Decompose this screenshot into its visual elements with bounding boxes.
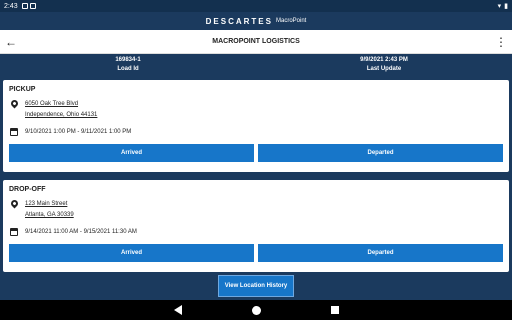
dropoff-address-line1: 123 Main Street: [25, 201, 68, 207]
pickup-address-row: 6050 Oak Tree Blvd Independence, Ohio 44…: [9, 98, 503, 121]
more-vert-icon[interactable]: ⋮: [490, 35, 512, 49]
location-pin-icon: [9, 198, 19, 209]
nav-home-icon[interactable]: [251, 305, 261, 315]
app-notification-icon: [29, 3, 36, 9]
nav-back-icon[interactable]: [173, 305, 182, 315]
app-bar: ← MACROPOINT LOGISTICS ⋮: [0, 30, 512, 54]
arrow-left-icon[interactable]: ←: [0, 35, 22, 49]
system-nav-bar: [0, 300, 512, 320]
dropoff-departed-button[interactable]: Departed: [258, 244, 503, 262]
brand-bar: DESCARTES MacroPoint: [0, 12, 512, 30]
dropoff-address-row: 123 Main Street Atlanta, GA 30339: [9, 198, 503, 221]
brand-product: MacroPoint: [275, 18, 307, 24]
pickup-arrived-button[interactable]: Arrived: [9, 144, 254, 162]
page-title: MACROPOINT LOGISTICS: [212, 38, 300, 45]
load-info-bar: 169834-1 Load Id 9/9/2021 2:43 PM Last U…: [0, 54, 512, 76]
pickup-window: 9/10/2021 1:00 PM - 9/11/2021 1:00 PM: [25, 129, 132, 135]
calendar-icon: [9, 127, 19, 136]
pickup-heading: PICKUP: [9, 86, 36, 93]
pickup-departed-button[interactable]: Departed: [258, 144, 503, 162]
pickup-address-line1: 6050 Oak Tree Blvd: [25, 101, 79, 107]
pickup-address[interactable]: 6050 Oak Tree Blvd Independence, Ohio 44…: [25, 99, 97, 121]
brand-name: DESCARTES: [205, 16, 273, 26]
status-icons: [21, 3, 36, 9]
last-update-value: 9/9/2021 2:43 PM: [360, 57, 408, 63]
pickup-window-row: 9/10/2021 1:00 PM - 9/11/2021 1:00 PM: [9, 127, 503, 138]
location-pin-icon: [9, 98, 19, 109]
stops-list: PICKUP 6050 Oak Tree Blvd Independence, …: [0, 76, 512, 272]
wifi-icon: ▾: [497, 3, 502, 10]
view-location-history-button[interactable]: View Location History: [217, 275, 295, 297]
dropoff-buttons: Arrived Departed: [9, 244, 503, 262]
notification-icon: [21, 3, 28, 9]
calendar-icon: [9, 227, 19, 236]
dropoff-arrived-button[interactable]: Arrived: [9, 244, 254, 262]
dropoff-window-row: 9/14/2021 11:00 AM - 9/15/2021 11:30 AM: [9, 227, 503, 238]
dropoff-address[interactable]: 123 Main Street Atlanta, GA 30339: [25, 199, 74, 221]
last-update-block: 9/9/2021 2:43 PM Last Update: [256, 54, 512, 76]
dropoff-heading: DROP-OFF: [9, 186, 46, 193]
battery-icon: ▮: [504, 3, 508, 10]
status-right: ▾ ▮: [498, 2, 508, 10]
load-id-value: 169834-1: [115, 57, 141, 63]
footer-bar: View Location History: [0, 272, 512, 300]
dropoff-window: 9/14/2021 11:00 AM - 9/15/2021 11:30 AM: [25, 229, 137, 235]
status-time: 2:43: [4, 2, 18, 10]
nav-recents-icon[interactable]: [330, 306, 339, 314]
pickup-address-line2: Independence, Ohio 44131: [25, 112, 98, 118]
pickup-card: PICKUP 6050 Oak Tree Blvd Independence, …: [3, 80, 509, 172]
last-update-label: Last Update: [366, 66, 402, 72]
load-id-block: 169834-1 Load Id: [0, 54, 256, 76]
dropoff-card: DROP-OFF 123 Main Street Atlanta, GA 303…: [3, 180, 509, 272]
load-id-label: Load Id: [117, 66, 139, 72]
status-bar: 2:43 ▾ ▮: [0, 0, 512, 12]
pickup-buttons: Arrived Departed: [9, 144, 503, 162]
dropoff-address-line2: Atlanta, GA 30339: [25, 212, 74, 218]
